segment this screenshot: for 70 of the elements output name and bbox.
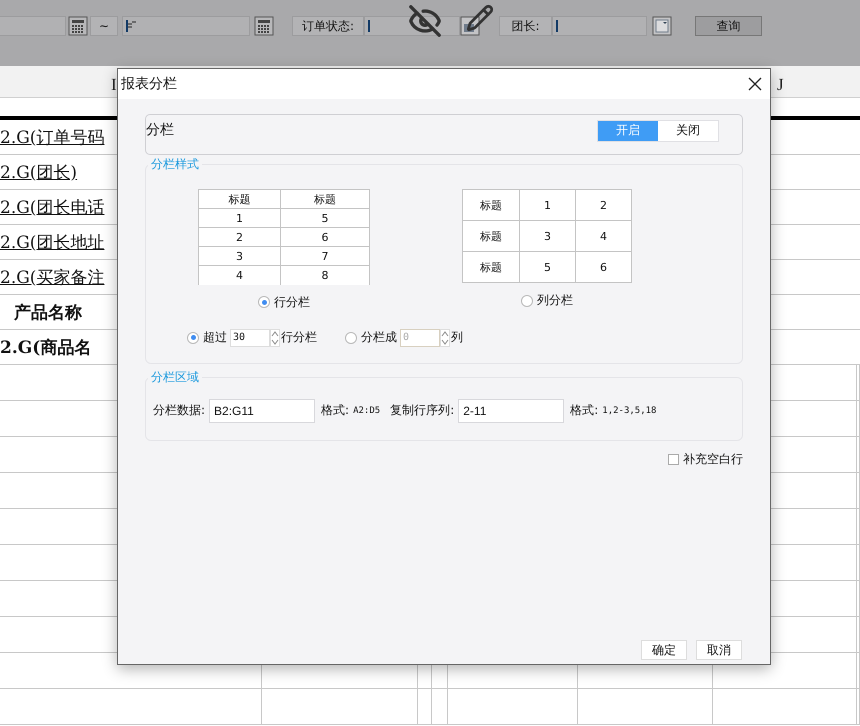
table-cell: 3 bbox=[198, 246, 280, 266]
table-cell-text: 2.G(买家备注 bbox=[0, 266, 104, 288]
spinner-icon[interactable] bbox=[440, 328, 450, 346]
spinner-icon[interactable] bbox=[270, 328, 280, 346]
text-cursor-icon bbox=[126, 20, 138, 32]
confirm-button[interactable]: 确定 bbox=[641, 640, 687, 660]
input-field[interactable]: B2:G11 bbox=[209, 398, 316, 422]
leader-field[interactable] bbox=[552, 16, 647, 36]
date-field[interactable] bbox=[122, 16, 250, 36]
text-cursor-icon bbox=[556, 20, 558, 32]
format-hint: A2:D5 bbox=[353, 406, 380, 416]
table-cell: 4 bbox=[576, 220, 632, 252]
table-cell: 5 bbox=[520, 252, 576, 282]
radio-label: 行分栏 bbox=[274, 294, 310, 310]
table-cell: 2 bbox=[198, 228, 280, 246]
format-label: 格式: bbox=[570, 402, 598, 419]
unit-label: 列 bbox=[451, 329, 463, 346]
cancel-button[interactable]: 取消 bbox=[696, 640, 742, 660]
section-title: 分栏样式 bbox=[150, 156, 200, 173]
checkbox-label: 补充空白行 bbox=[683, 450, 743, 468]
table-cell: 标题 bbox=[198, 190, 280, 208]
column-header: J bbox=[777, 75, 784, 95]
table-cell: 标题 bbox=[462, 220, 520, 252]
pencil-icon[interactable] bbox=[466, 4, 494, 32]
table-cell-text: 2.G(团长地址 bbox=[0, 232, 104, 254]
radio-button[interactable] bbox=[258, 296, 270, 308]
table-cell-text: 2.G(商品名 bbox=[0, 336, 92, 358]
table-cell: 4 bbox=[198, 266, 280, 284]
format-hint: 1,2-3,5,18 bbox=[602, 406, 656, 416]
range-separator: ~ bbox=[90, 16, 118, 36]
field-label: 分栏数据: bbox=[153, 402, 206, 419]
table-cell-text: 2.G(订单号码 bbox=[0, 126, 104, 148]
status-label: 订单状态: bbox=[292, 16, 364, 36]
table-cell: 6 bbox=[280, 228, 370, 246]
table-cell: 7 bbox=[280, 246, 370, 266]
table-cell-text: 产品名称 bbox=[12, 302, 82, 324]
table-cell: 标题 bbox=[462, 190, 520, 220]
table-cell-text: 2.G(团长电话 bbox=[0, 196, 104, 218]
number-field[interactable]: 30 bbox=[230, 328, 270, 346]
format-label: 格式: bbox=[321, 402, 350, 419]
radio-label: 分栏成 bbox=[361, 329, 397, 346]
table-cell: 6 bbox=[576, 252, 632, 282]
checkbox[interactable] bbox=[668, 454, 679, 464]
leader-label: 团长: bbox=[499, 16, 552, 36]
table-cell: 3 bbox=[520, 220, 576, 252]
field-label: 复制行序列: bbox=[390, 402, 454, 419]
table-cell: 1 bbox=[520, 190, 576, 220]
calendar-icon[interactable] bbox=[68, 16, 88, 36]
radio-button[interactable] bbox=[521, 294, 533, 306]
radio-label: 超过 bbox=[203, 329, 227, 346]
text-cursor-icon bbox=[368, 20, 370, 32]
dropdown-icon[interactable] bbox=[652, 16, 672, 36]
unit-label: 行分栏 bbox=[281, 329, 317, 346]
table-cell: 2 bbox=[576, 190, 632, 220]
table-cell: 标题 bbox=[280, 190, 370, 208]
calendar-icon[interactable] bbox=[254, 16, 274, 36]
radio-label: 列分栏 bbox=[537, 292, 573, 309]
column-header: I bbox=[111, 75, 117, 95]
table-cell: 1 bbox=[198, 208, 280, 228]
table-cell: 5 bbox=[280, 208, 370, 228]
eye-slash-icon[interactable] bbox=[408, 4, 442, 38]
radio-button[interactable] bbox=[187, 332, 199, 344]
table-cell-text: 2.G(团长) bbox=[0, 162, 78, 184]
dialog-title: 报表分栏 bbox=[121, 75, 177, 93]
input-field[interactable]: 2-11 bbox=[458, 398, 564, 422]
switch-label: 分栏 bbox=[146, 120, 174, 138]
query-button[interactable]: 查询 bbox=[695, 16, 762, 36]
section-title: 分栏区域 bbox=[150, 368, 200, 386]
table-cell: 标题 bbox=[462, 252, 520, 282]
close-button[interactable] bbox=[748, 77, 762, 91]
